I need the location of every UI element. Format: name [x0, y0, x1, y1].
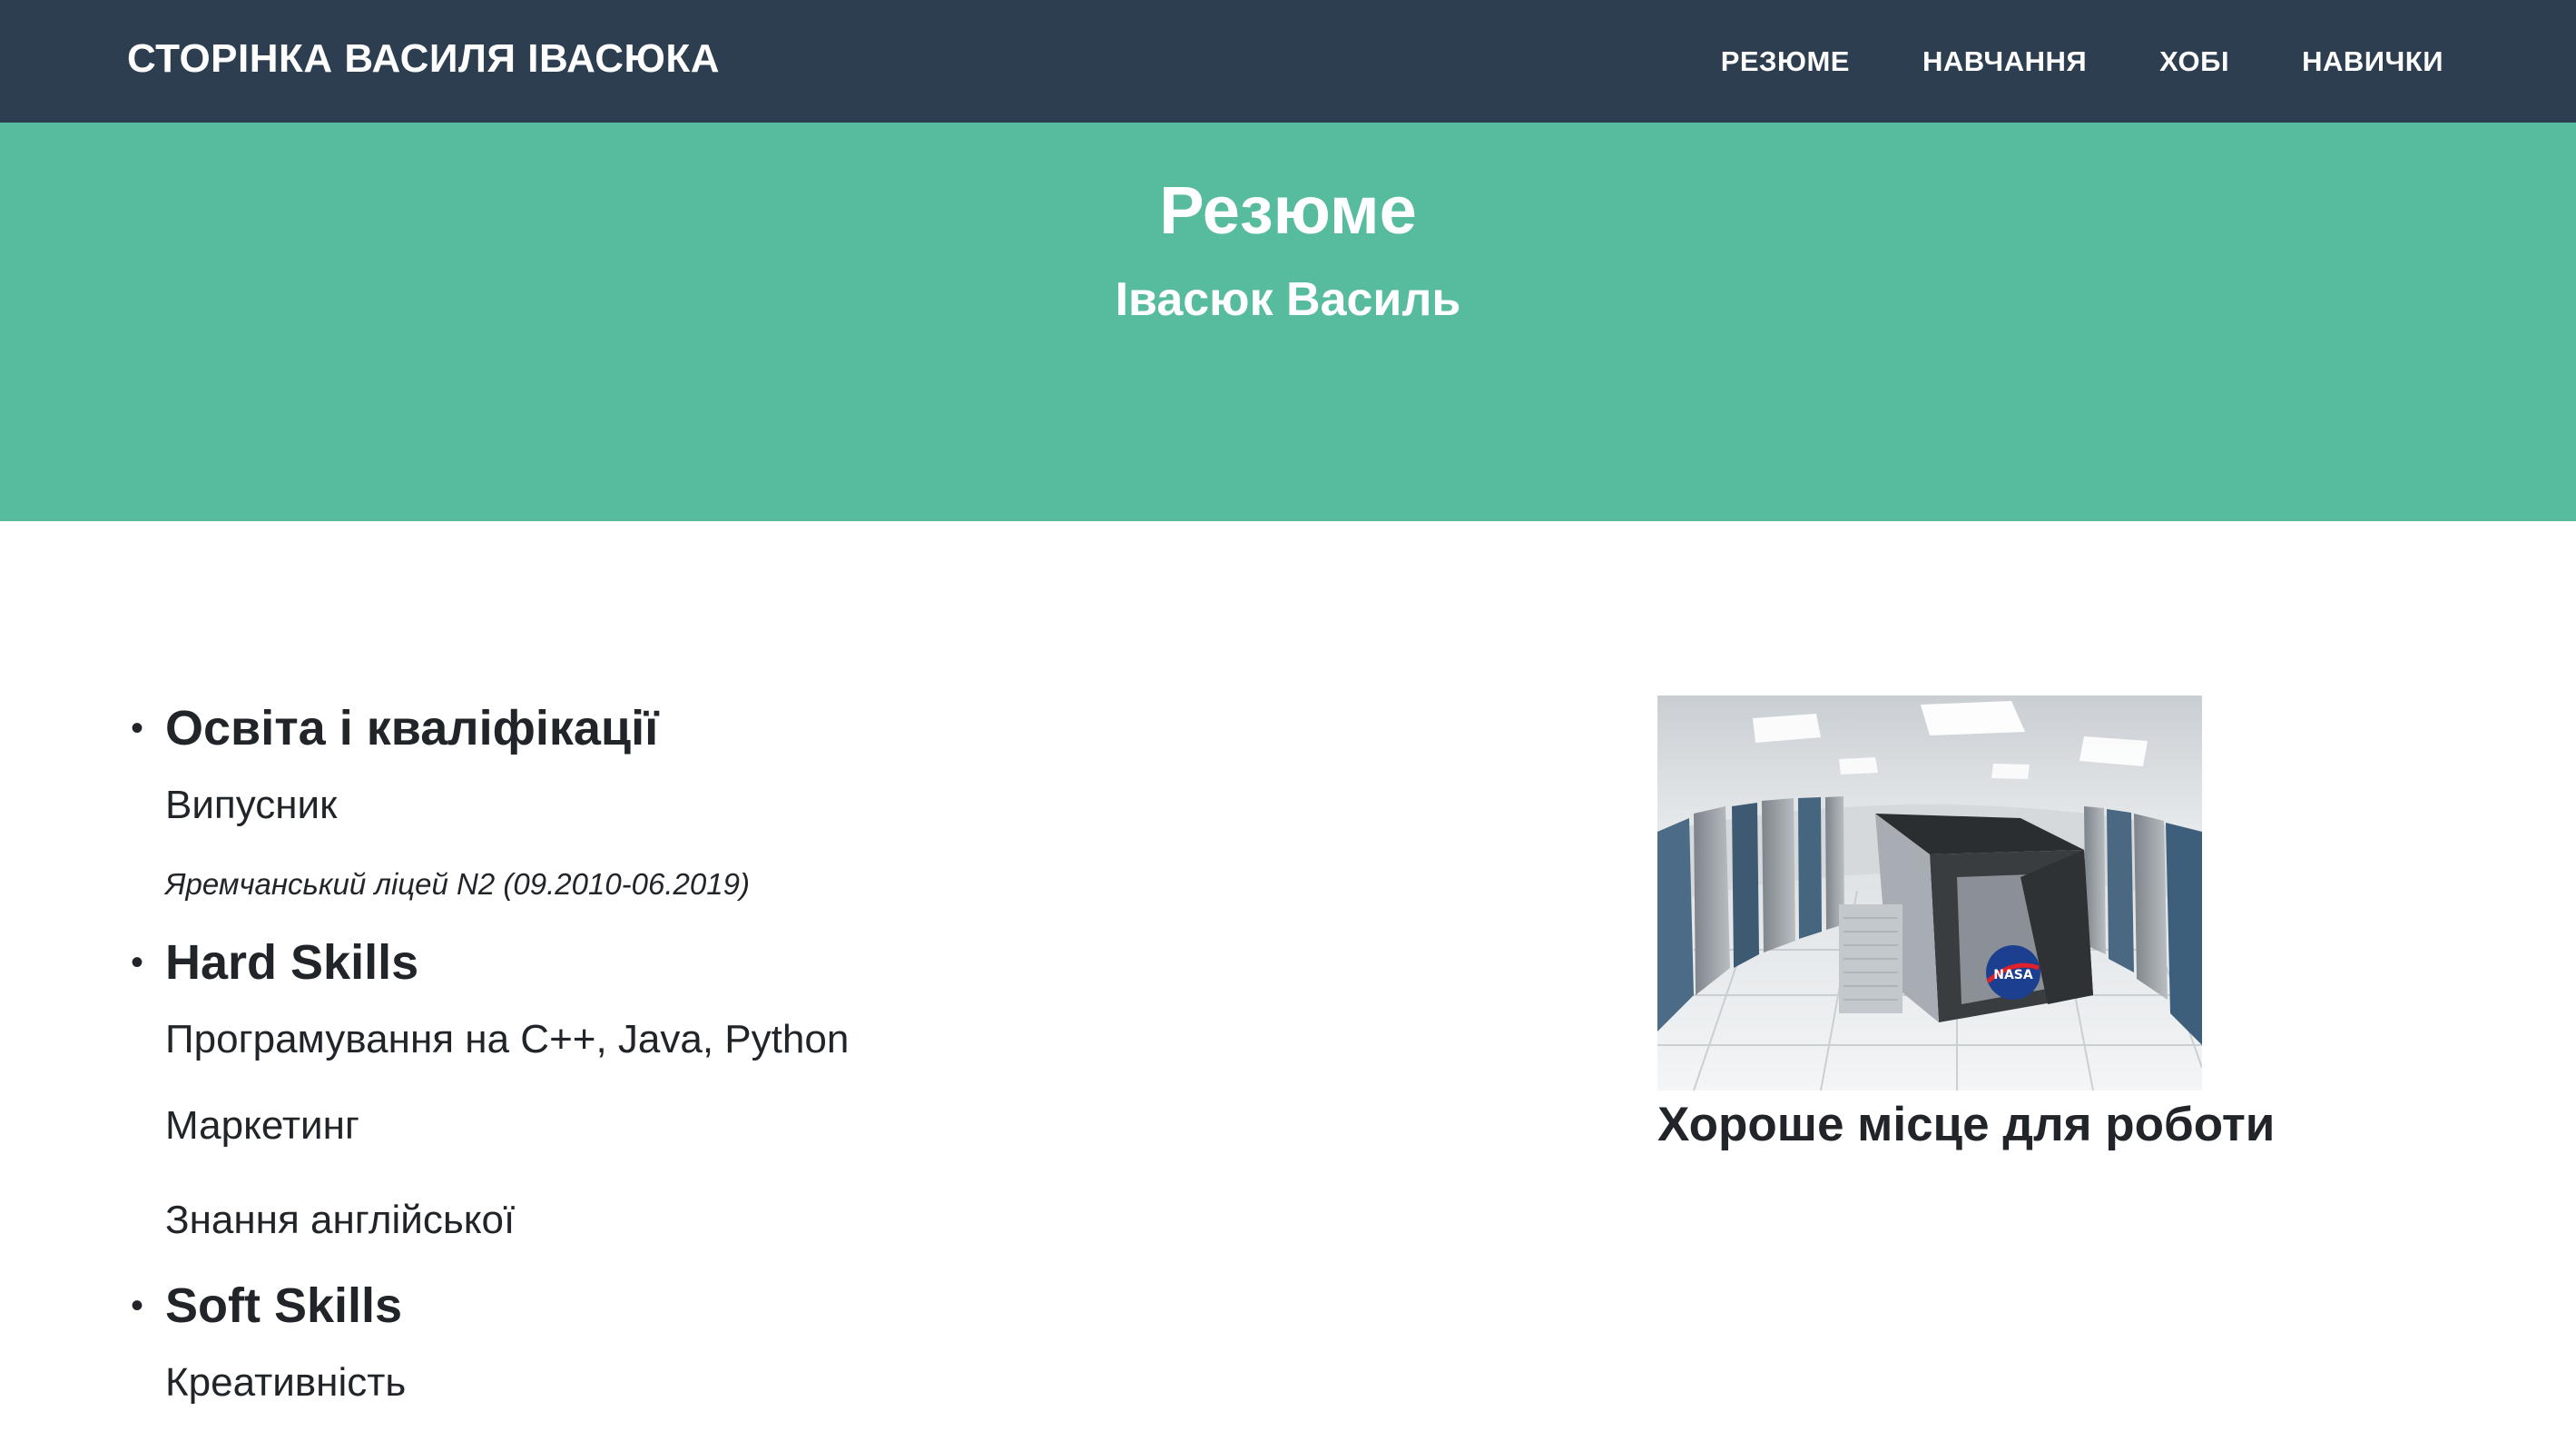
section-title: Hard Skills: [165, 935, 419, 990]
nasa-logo-text: NASA: [1993, 968, 2033, 982]
resume-section-soft-skills: • Soft Skills Креативність: [131, 1268, 1436, 1422]
section-item: Програмування на C++, Java, Python: [165, 1017, 850, 1061]
page-subtitle: Івасюк Василь: [1115, 273, 1461, 326]
top-navbar: СТОРІНКА ВАСИЛЯ ІВАСЮКА РЕЗЮМЕ НАВЧАННЯ …: [0, 0, 2576, 123]
bullet-icon: •: [131, 1286, 144, 1326]
bullet-icon: •: [131, 708, 144, 748]
nav-link-hobby[interactable]: ХОБІ: [2159, 45, 2229, 77]
nav-link-skills[interactable]: НАВИЧКИ: [2302, 45, 2443, 77]
section-note: Яремчанський ліцей N2 (09.2010-06.2019): [165, 867, 750, 901]
nav-item-hobby: ХОБІ: [2159, 45, 2229, 78]
bullet-icon: •: [131, 942, 144, 982]
nav-menu: РЕЗЮМЕ НАВЧАННЯ ХОБІ НАВИЧКИ: [1721, 0, 2443, 123]
section-item: Знання англійської: [165, 1198, 516, 1242]
section-title: Soft Skills: [165, 1278, 403, 1333]
brand-link[interactable]: СТОРІНКА ВАСИЛЯ ІВАСЮКА: [127, 0, 720, 123]
masthead: Резюме Івасюк Василь: [0, 123, 2576, 521]
resume-section-hard-skills: • Hard Skills Програмування на C++, Java…: [131, 924, 1436, 1268]
section-item: Випусник: [165, 783, 338, 827]
nav-link-education[interactable]: НАВЧАННЯ: [1922, 45, 2087, 77]
page-title: Резюме: [1159, 173, 1417, 248]
resume-list: • Освіта і кваліфікації Випусник Яремчан…: [131, 690, 1436, 1422]
workplace-figure: NASA Хороше місце для роботи: [1657, 696, 2384, 1158]
section-item: Креативність: [165, 1360, 407, 1405]
nav-item-education: НАВЧАННЯ: [1922, 45, 2087, 78]
photo-caption: Хороше місце для роботи: [1657, 1098, 2276, 1151]
datacenter-photo: NASA: [1657, 696, 2202, 1091]
section-item: Маркетинг: [165, 1103, 359, 1148]
nav-item-skills: НАВИЧКИ: [2302, 45, 2443, 78]
section-title: Освіта і кваліфікації: [165, 701, 659, 755]
nav-item-resume: РЕЗЮМЕ: [1721, 45, 1850, 78]
nav-link-resume[interactable]: РЕЗЮМЕ: [1721, 45, 1850, 77]
resume-section-education: • Освіта і кваліфікації Випусник Яремчан…: [131, 690, 1436, 924]
